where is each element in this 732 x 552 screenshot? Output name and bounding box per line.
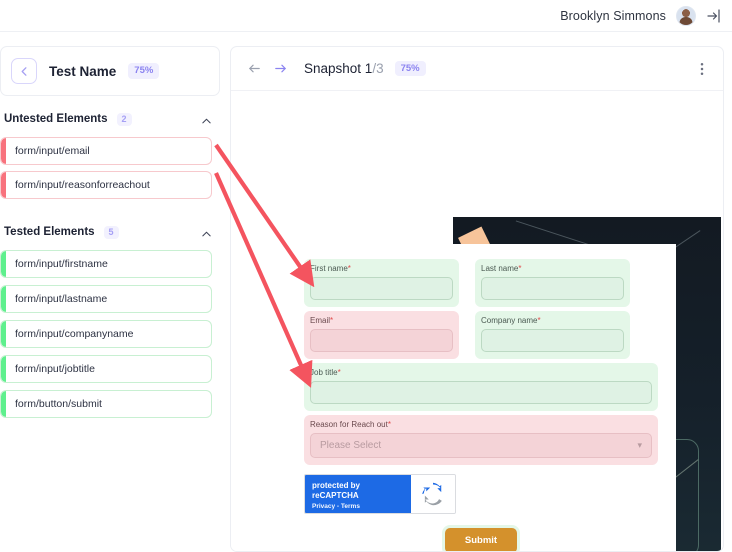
submit-row: Submit xyxy=(304,528,658,551)
user-name: Brooklyn Simmons xyxy=(560,8,666,23)
field-label: Job title* xyxy=(310,368,652,377)
company-name-input[interactable] xyxy=(481,329,624,352)
field-reason-for-reachout[interactable]: Reason for Reach out* Please Select ▾ xyxy=(304,415,658,465)
field-label: Reason for Reach out* xyxy=(310,420,652,429)
group-header-untested[interactable]: Untested Elements 2 xyxy=(0,108,220,130)
sidebar: Test Name 75% Untested Elements 2 form/i… xyxy=(0,46,220,552)
form-card: First name* Last name* Email* Company na… xyxy=(286,244,676,551)
form-row-1: First name* Last name* xyxy=(304,259,658,311)
field-label: First name* xyxy=(310,264,453,273)
recaptcha-logo-icon xyxy=(411,475,455,513)
field-label-text: First name xyxy=(310,264,348,273)
back-button[interactable] xyxy=(11,58,37,84)
element-label: form/input/lastname xyxy=(15,293,108,305)
more-options-icon[interactable] xyxy=(695,61,709,77)
group-count-tested: 5 xyxy=(103,225,119,239)
form: First name* Last name* Email* Company na… xyxy=(286,244,676,551)
field-email[interactable]: Email* xyxy=(304,311,459,359)
recaptcha-badge[interactable]: protected by reCAPTCHA Privacy - Terms xyxy=(304,474,456,514)
field-label: Company name* xyxy=(481,316,624,325)
group-header-tested[interactable]: Tested Elements 5 xyxy=(0,221,220,243)
snapshot-header: Snapshot 1/3 75% xyxy=(231,47,723,91)
field-label-text: Company name xyxy=(481,316,538,325)
test-progress-badge: 75% xyxy=(128,63,160,79)
list-item[interactable]: form/input/jobtitle xyxy=(0,355,212,383)
job-title-input[interactable] xyxy=(310,381,652,404)
snapshot-index: Snapshot 1 xyxy=(304,61,373,76)
list-item[interactable]: form/input/lastname xyxy=(0,285,212,313)
field-label: Email* xyxy=(310,316,453,325)
required-marker: * xyxy=(387,420,391,429)
recaptcha-links[interactable]: Privacy - Terms xyxy=(312,503,404,510)
workspace: Test Name 75% Untested Elements 2 form/i… xyxy=(0,32,732,552)
required-marker: * xyxy=(537,316,541,325)
field-first-name[interactable]: First name* xyxy=(304,259,459,307)
element-label: form/input/jobtitle xyxy=(15,363,95,375)
field-job-title[interactable]: Job title* xyxy=(304,363,658,411)
list-item[interactable]: form/input/firstname xyxy=(0,250,212,278)
first-name-input[interactable] xyxy=(310,277,453,300)
tested-element-list: form/input/firstname form/input/lastname… xyxy=(0,250,220,418)
untested-element-list: form/input/email form/input/reasonforrea… xyxy=(0,137,220,199)
element-label: form/input/companyname xyxy=(15,328,134,340)
required-marker: * xyxy=(347,264,351,273)
last-name-input[interactable] xyxy=(481,277,624,300)
test-header: Test Name 75% xyxy=(0,46,220,96)
field-label-text: Last name xyxy=(481,264,519,273)
group-title-untested: Untested Elements xyxy=(4,113,108,125)
submit-button[interactable]: Submit xyxy=(444,528,518,551)
required-marker: * xyxy=(330,316,334,325)
logout-icon[interactable] xyxy=(706,8,722,24)
email-input[interactable] xyxy=(310,329,453,352)
element-label: form/input/email xyxy=(15,145,90,157)
chevron-left-icon xyxy=(21,66,27,76)
required-marker: * xyxy=(337,368,341,377)
chevron-up-icon[interactable] xyxy=(201,114,212,125)
list-item[interactable]: form/input/reasonforreachout xyxy=(0,171,212,199)
list-item[interactable]: form/input/email xyxy=(0,137,212,165)
snapshot-panel: Snapshot 1/3 75% BLOC xyxy=(230,46,724,552)
group-title-tested: Tested Elements xyxy=(4,226,95,238)
recaptcha-title: protected by reCAPTCHA xyxy=(312,481,361,500)
page-title: Test Name xyxy=(49,63,117,79)
list-item[interactable]: form/input/companyname xyxy=(0,320,212,348)
snapshot-canvas: BLOC xyxy=(231,92,723,551)
group-untested: Untested Elements 2 form/input/email for… xyxy=(0,108,220,199)
reason-for-reachout-select[interactable]: Please Select ▾ xyxy=(310,433,652,458)
recaptcha-text: protected by reCAPTCHA Privacy - Terms xyxy=(305,475,411,513)
arrow-left-icon[interactable] xyxy=(247,61,262,76)
top-bar: Brooklyn Simmons xyxy=(0,0,732,32)
field-label-text: Reason for Reach out xyxy=(310,420,388,429)
field-last-name[interactable]: Last name* xyxy=(475,259,630,307)
field-label-text: Email xyxy=(310,316,331,325)
chevron-up-icon[interactable] xyxy=(201,227,212,238)
group-tested: Tested Elements 5 form/input/firstname f… xyxy=(0,221,220,418)
snapshot-title: Snapshot 1/3 xyxy=(304,61,384,76)
element-label: form/input/reasonforreachout xyxy=(15,179,150,191)
snapshot-total: /3 xyxy=(372,61,384,76)
snapshot-progress-badge: 75% xyxy=(394,60,426,77)
field-company-name[interactable]: Company name* xyxy=(475,311,630,359)
chevron-down-icon: ▾ xyxy=(637,440,642,450)
list-item[interactable]: form/button/submit xyxy=(0,390,212,418)
arrow-right-icon[interactable] xyxy=(273,61,288,76)
form-row-2: Email* Company name* xyxy=(304,311,658,363)
select-value: Please Select xyxy=(320,440,382,451)
field-label: Last name* xyxy=(481,264,624,273)
avatar[interactable] xyxy=(676,5,696,26)
required-marker: * xyxy=(518,264,522,273)
group-count-untested: 2 xyxy=(116,112,132,126)
field-label-text: Job title xyxy=(310,368,338,377)
element-label: form/input/firstname xyxy=(15,258,108,270)
element-label: form/button/submit xyxy=(15,398,102,410)
